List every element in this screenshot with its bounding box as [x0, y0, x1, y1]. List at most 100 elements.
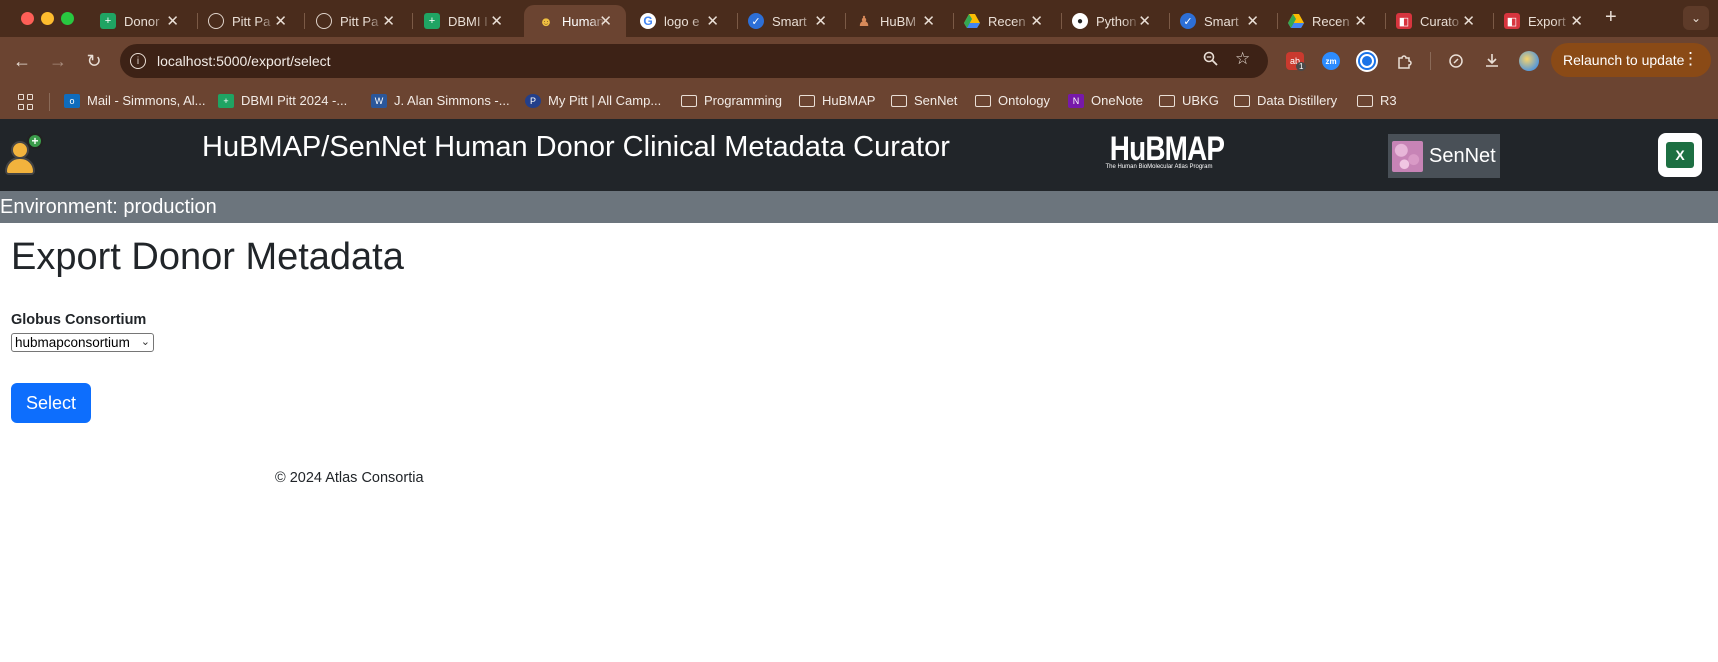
smartsheet-icon: ✓: [748, 13, 764, 29]
bookmark-star-icon[interactable]: ☆: [1235, 49, 1250, 69]
hubmap-logo-text: HuBMAP: [1109, 130, 1225, 168]
zoom-extension-icon[interactable]: zm: [1322, 52, 1340, 70]
bookmark-folder[interactable]: Programming: [681, 93, 782, 108]
bookmark-item[interactable]: o Mail - Simmons, Al...: [64, 93, 205, 108]
sennet-logo[interactable]: SenNet: [1388, 134, 1500, 178]
tab-title: Donor: [124, 13, 160, 29]
performance-icon[interactable]: [1444, 49, 1468, 73]
sennet-cells-icon: [1392, 140, 1423, 172]
curator-app-icon: ◧: [1396, 13, 1412, 29]
google-icon: G: [640, 13, 656, 29]
browser-tab[interactable]: Pitt Pa ✕: [302, 5, 409, 37]
tab-title: Smart: [772, 13, 807, 29]
forward-arrow-icon[interactable]: →: [46, 49, 70, 73]
excel-icon: X: [1666, 142, 1694, 168]
outlook-icon: o: [64, 93, 80, 108]
close-tab-icon[interactable]: ✕: [1138, 12, 1151, 30]
curator-favicon-icon: ☻: [539, 13, 553, 29]
select-button[interactable]: Select: [11, 383, 91, 423]
browser-tab[interactable]: Recen ✕: [950, 5, 1057, 37]
folder-icon: [1357, 94, 1373, 107]
bookmark-folder[interactable]: Data Distillery: [1234, 93, 1337, 108]
google-sheets-icon: +: [100, 13, 116, 29]
new-tab-plus-icon[interactable]: +: [1605, 6, 1617, 29]
tab-title: Export: [1528, 13, 1566, 29]
close-tab-icon[interactable]: ✕: [490, 12, 503, 30]
folder-icon: [1159, 94, 1175, 107]
hubmap-logo[interactable]: HuBMAP The Human BioMolecular Atlas Prog…: [1099, 130, 1225, 172]
browser-tab[interactable]: ● Python ✕: [1058, 5, 1165, 37]
folder-icon: [975, 94, 991, 107]
browser-tab[interactable]: ◧ Export ✕: [1490, 5, 1597, 37]
close-tab-icon[interactable]: ✕: [1462, 12, 1475, 30]
browser-tab[interactable]: ♟ HuBM ✕: [842, 5, 949, 37]
apps-grid-icon[interactable]: [18, 94, 34, 110]
browser-tab[interactable]: Pitt Pa ✕: [194, 5, 301, 37]
relaunch-to-update-button[interactable]: Relaunch to update ⋮: [1551, 43, 1711, 77]
google-sheets-icon: +: [218, 93, 234, 108]
profile-avatar[interactable]: [1519, 51, 1539, 71]
minimize-window-button[interactable]: [41, 12, 54, 25]
google-drive-icon: [964, 13, 980, 29]
browser-tab[interactable]: ✓ Smart ✕: [1166, 5, 1273, 37]
bookmark-label: R3: [1380, 93, 1397, 108]
tab-title: logo e: [664, 13, 700, 29]
tab-title: Curato: [1420, 13, 1460, 29]
bookmark-item[interactable]: N OneNote: [1068, 93, 1143, 108]
bookmark-label: SenNet: [914, 93, 958, 108]
bookmark-folder[interactable]: R3: [1357, 93, 1397, 108]
close-tab-icon[interactable]: ✕: [1354, 12, 1367, 30]
consortium-select[interactable]: hubmapconsortium ⌄: [11, 333, 154, 352]
bookmark-item[interactable]: W J. Alan Simmons -...: [371, 93, 510, 108]
browser-tab-active[interactable]: ☻ Human ✕: [524, 5, 626, 37]
bookmark-folder[interactable]: SenNet: [891, 93, 957, 108]
sennet-logo-text: SenNet: [1429, 144, 1496, 167]
extensions-puzzle-icon[interactable]: [1393, 49, 1417, 73]
browser-tab[interactable]: ✓ Smart ✕: [734, 5, 841, 37]
browser-tab[interactable]: G logo e ✕: [626, 5, 733, 37]
close-tab-icon[interactable]: ✕: [706, 12, 719, 30]
word-icon: W: [371, 93, 387, 108]
close-tab-icon[interactable]: ✕: [274, 12, 287, 30]
close-tab-icon[interactable]: ✕: [1570, 12, 1583, 30]
bookmark-folder[interactable]: UBKG: [1159, 93, 1219, 108]
browser-tab[interactable]: Recen ✕: [1274, 5, 1381, 37]
bookmark-label: Data Distillery: [1257, 93, 1338, 108]
url-text[interactable]: localhost:5000/export/select: [157, 53, 331, 69]
bookmark-folder[interactable]: Ontology: [975, 93, 1050, 108]
more-vertical-icon: ⋮: [1682, 49, 1699, 68]
hubmap-icon: ♟: [857, 12, 871, 29]
close-tab-icon[interactable]: ✕: [922, 12, 935, 30]
curator-app-icon: ◧: [1504, 13, 1520, 29]
close-tab-icon[interactable]: ✕: [166, 12, 179, 30]
maximize-window-button[interactable]: [61, 12, 74, 25]
page-title: Export Donor Metadata: [11, 236, 404, 278]
close-tab-icon[interactable]: ✕: [814, 12, 827, 30]
bookmark-item[interactable]: + DBMI Pitt 2024 -...: [218, 93, 347, 108]
browser-tab[interactable]: + DBMI I ✕: [410, 5, 517, 37]
close-tab-icon[interactable]: ✕: [1246, 12, 1259, 30]
google-sheets-icon: +: [424, 13, 440, 29]
download-icon[interactable]: [1480, 49, 1504, 73]
zoom-magnifier-icon[interactable]: [1203, 51, 1218, 70]
tab-title: Smart: [1204, 13, 1239, 29]
back-arrow-icon[interactable]: ←: [10, 49, 34, 73]
google-drive-icon: [1288, 13, 1304, 29]
tab-search-chevron-icon[interactable]: ⌄: [1683, 6, 1709, 30]
tab-title: Pitt Pa: [340, 13, 379, 29]
close-tab-icon[interactable]: ✕: [599, 12, 612, 30]
record-extension-icon[interactable]: [1356, 50, 1378, 72]
address-bar[interactable]: i localhost:5000/export/select ☆: [120, 44, 1268, 78]
bookmark-item[interactable]: P My Pitt | All Camp...: [525, 93, 661, 108]
bookmark-folder[interactable]: HuBMAP: [799, 93, 875, 108]
bookmark-label: HuBMAP: [822, 93, 876, 108]
close-tab-icon[interactable]: ✕: [382, 12, 395, 30]
reload-icon[interactable]: ↻: [82, 49, 106, 73]
site-info-icon[interactable]: i: [130, 53, 146, 69]
close-tab-icon[interactable]: ✕: [1030, 12, 1043, 30]
browser-tab[interactable]: + Donor ✕: [86, 5, 193, 37]
bookmark-label: UBKG: [1182, 93, 1219, 108]
excel-export-button[interactable]: X: [1658, 133, 1702, 177]
browser-tab[interactable]: ◧ Curato ✕: [1382, 5, 1489, 37]
close-window-button[interactable]: [21, 12, 34, 25]
